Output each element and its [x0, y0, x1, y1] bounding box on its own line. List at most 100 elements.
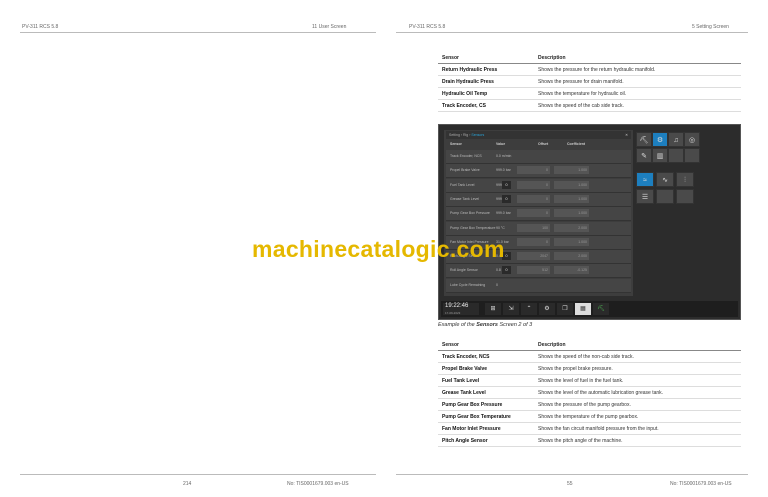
coefficient-field[interactable]: 1.000 — [554, 180, 589, 189]
screen-sensor-name: Track Encoder, NCS — [450, 154, 482, 158]
screen-sensor-name: Roll Angle Sensor — [450, 268, 478, 273]
offset-field[interactable]: 0 — [517, 180, 550, 189]
sensor-name: Pump Gear Box Temperature — [438, 410, 534, 423]
breadcrumb: Setting › Rig › Sensors ✕ — [446, 131, 631, 139]
engine-icon[interactable]: ⚙ — [539, 303, 555, 315]
coefficient-field[interactable]: 2.000 — [554, 252, 589, 261]
sensor-description: Shows the propel brake pressure. — [534, 362, 741, 375]
bell-icon[interactable]: ♫ — [668, 132, 684, 147]
offset-field[interactable]: 0 — [517, 194, 550, 203]
sensor-table-1: Sensor Description Return Hydraulic Pres… — [438, 52, 741, 112]
blank-tile[interactable] — [684, 148, 700, 163]
gauge-settings-icon[interactable]: ⚙ — [652, 132, 668, 147]
offset-field[interactable]: 0 — [517, 166, 550, 175]
col-sensor-header: Sensor — [438, 339, 534, 351]
grid-icon[interactable]: ▦ — [575, 303, 591, 315]
col-description-header: Description — [534, 52, 741, 64]
screen-sensor-row[interactable]: Lube Cycle Remaining 0 — [446, 278, 631, 293]
footer-rule-right — [396, 474, 748, 475]
sensor-description: Shows the speed of the non-cab side trac… — [534, 350, 741, 363]
offset-field[interactable]: 100 — [517, 223, 550, 232]
footer-left-page: 214 — [183, 481, 192, 487]
table-row: Return Hydraulic Press Shows the pressure… — [438, 63, 741, 76]
col-sensor: Sensor — [450, 142, 462, 146]
offset-field[interactable]: 0 — [517, 237, 550, 246]
sensor-description: Shows the speed of the cab side track. — [534, 99, 741, 112]
sensor-name: Propel Brake Valve — [438, 362, 534, 375]
watermark: machinecatalogic.com — [252, 236, 505, 262]
speed-icon[interactable]: ⇲ — [503, 303, 519, 315]
screen-sensor-row[interactable]: Pump Gear Box Temperature 90 °C 100 2.000 — [446, 221, 631, 236]
coefficient-field[interactable]: 1.000 — [554, 166, 589, 175]
coefficient-field[interactable]: 1.000 — [554, 194, 589, 203]
sensor-name: Pitch Angle Sensor — [438, 434, 534, 447]
caption-prefix: Example of the — [438, 322, 475, 328]
footer-rule-left — [20, 474, 376, 475]
header-rule-right — [396, 32, 748, 33]
table-row: Pitch Angle Sensor Shows the pitch angle … — [438, 434, 741, 447]
sensor-name: Fan Motor Inlet Pressure — [438, 422, 534, 435]
screen-sensor-name: Grease Tank Level — [450, 196, 480, 201]
chevron-up-icon[interactable]: ⌃ — [521, 303, 537, 315]
screen-sensor-name: Pump Gear Box Temperature — [450, 225, 496, 230]
sliders-icon[interactable]: ⫶ — [676, 172, 694, 187]
table-row: Propel Brake Valve Shows the propel brake… — [438, 362, 741, 375]
header-right-section: 5 Setting Screen — [692, 24, 729, 30]
coefficient-field[interactable]: 1.000 — [554, 237, 589, 246]
sensor-description: Shows the temperature of the pump gearbo… — [534, 410, 741, 423]
sensor-description: Shows the level of fuel in the fuel tank… — [534, 374, 741, 387]
screen-sensor-row[interactable]: Grease Tank Level999.0 %001.000 — [446, 192, 631, 207]
sensor-name: Track Encoder, CS — [438, 99, 534, 112]
screen-sensor-name: Fuel Tank Level — [450, 182, 475, 187]
sensor-wave-icon[interactable]: ≈ — [636, 172, 654, 187]
blank-tile[interactable] — [676, 189, 694, 204]
header-left-doc: PV-311 RCS 5.8 — [22, 24, 59, 30]
close-icon[interactable]: ✕ — [625, 131, 628, 139]
blank-tile[interactable] — [668, 148, 684, 163]
footer-right-page: 55 — [567, 481, 573, 487]
zero-button[interactable]: 0 — [502, 266, 511, 275]
breadcrumb-active: Sensors — [471, 133, 485, 137]
bottom-bar: 19:22:46 17-09-2023 ⊞ ⇲ ⌃ ⚙ ❐ ▦ ⛏ — [441, 301, 738, 317]
coefficient-field[interactable]: 2.000 — [554, 223, 589, 232]
screen-sensor-row[interactable]: Fuel Tank Level999.0 %001.000 — [446, 178, 631, 193]
breadcrumb-path: Setting › Rig › — [449, 133, 471, 137]
screen-sensor-name: Pump Gear Box Pressure — [450, 211, 490, 216]
copy-icon[interactable]: ❐ — [557, 303, 573, 315]
list-icon[interactable]: ☰ — [636, 189, 654, 204]
col-value: Value — [496, 142, 506, 146]
coefficient-field[interactable]: -0.125 — [554, 266, 589, 275]
screen-sensor-name: Propel Brake Valve — [450, 168, 480, 173]
offset-field[interactable]: 0 — [517, 209, 550, 218]
header-right-doc: PV-311 RCS 5.8 — [409, 24, 446, 30]
machine-icon[interactable]: ⛏ — [593, 303, 609, 315]
gear-indicator-icon[interactable]: ⊞ — [485, 303, 501, 315]
sensor-description: Shows the pressure for the return hydrau… — [534, 63, 741, 76]
screen-sensor-row[interactable]: Pump Gear Box Pressure 999.0 bar 0 1.000 — [446, 207, 631, 222]
footer-left-doc-no: No: TIS0001679.003 en-US — [287, 481, 349, 487]
footer-right-doc-no: No: TIS0001679.003 en-US — [670, 481, 732, 487]
wrench-icon[interactable]: ✎ — [636, 148, 652, 163]
table-row: Track Encoder, NCS Shows the speed of the… — [438, 350, 741, 363]
clock-time: 19:22:46 — [445, 303, 469, 309]
zero-button[interactable]: 0 — [502, 180, 511, 189]
coefficient-field[interactable]: 1.000 — [554, 209, 589, 218]
blank-tile[interactable] — [656, 189, 674, 204]
pulse-icon[interactable]: ∿ — [656, 172, 674, 187]
screen-sensor-row[interactable]: Track Encoder, NCS 0.0 m/min — [446, 150, 631, 164]
offset-field[interactable]: 2047 — [517, 252, 550, 261]
globe-icon[interactable]: ◎ — [684, 132, 700, 147]
screen-sensor-row[interactable]: Roll Angle Sensor 0.8 ° 0 512 -0.125 — [446, 264, 631, 279]
header-left-section: 11 User Screen — [312, 24, 347, 30]
sensor-description: Shows the level of the automatic lubrica… — [534, 386, 741, 399]
table-row: Pump Gear Box Pressure Shows the pressure… — [438, 398, 741, 411]
header-rule-left — [20, 32, 376, 33]
screen-sensor-row[interactable]: Propel Brake Valve 999.0 bar 0 1.000 — [446, 164, 631, 179]
screen-sensor-value: 90 °C — [496, 225, 505, 230]
chart-icon[interactable]: ▥ — [652, 148, 668, 163]
offset-field[interactable]: 512 — [517, 266, 550, 275]
excavator-icon[interactable]: ⛏ — [636, 132, 652, 147]
zero-button[interactable]: 0 — [502, 194, 511, 203]
screen-sensor-value: 999.0 bar — [496, 168, 511, 173]
sensor-description: Shows the pressure for drain manifold. — [534, 75, 741, 88]
